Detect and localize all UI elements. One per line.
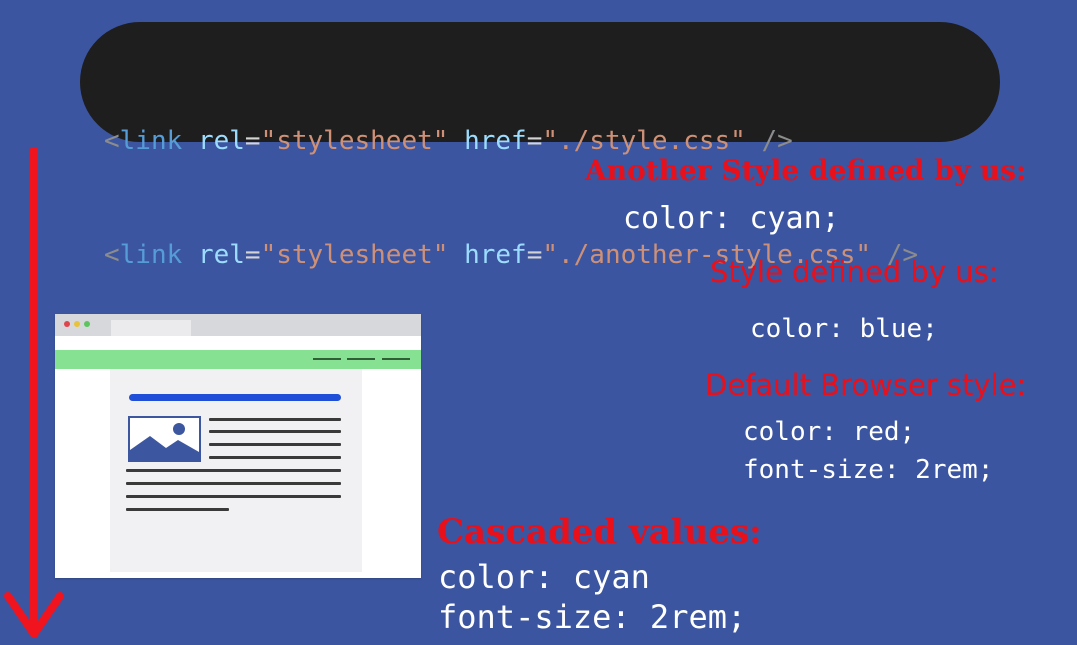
code-string: "stylesheet" (260, 126, 449, 156)
code-punct: < (104, 240, 120, 270)
code-eq: = (244, 126, 261, 156)
text-line (209, 430, 341, 433)
text-line (209, 456, 341, 459)
another-style-rule: color: cyan; (623, 201, 840, 236)
code-eq: = (526, 126, 543, 156)
code-attr: href (464, 126, 527, 156)
cascaded-values-heading: Cascaded values: (437, 512, 762, 552)
code-snippet: <link rel="stylesheet" href="./style.css… (80, 22, 1000, 270)
code-punct: /> (761, 126, 793, 156)
code-attr: rel (197, 126, 245, 156)
close-dot-icon (64, 321, 70, 327)
code-tag: link (119, 126, 183, 156)
browser-tab (111, 320, 191, 336)
minimize-dot-icon (74, 321, 80, 327)
default-style-heading: Default Browser style: (705, 368, 1027, 402)
browser-window-illustration (55, 314, 421, 578)
code-punct: < (104, 126, 120, 156)
text-line (126, 495, 341, 498)
text-line (126, 482, 341, 485)
another-style-heading: Another Style defined by us: (585, 154, 1027, 187)
image-placeholder-icon (128, 416, 201, 462)
default-style-rule-color: color: red; (743, 417, 916, 447)
text-line (209, 418, 341, 421)
cascaded-rule-font-size: font-size: 2rem; (438, 598, 747, 636)
page-heading-bar (129, 394, 341, 401)
code-eq: = (244, 240, 261, 270)
our-style-heading: Style defined by us: (710, 255, 999, 289)
menu-line (347, 358, 375, 360)
maximize-dot-icon (84, 321, 90, 327)
code-attr: rel (197, 240, 245, 270)
text-line (126, 469, 341, 472)
menu-line (382, 358, 410, 360)
our-style-rule: color: blue; (750, 314, 938, 344)
cascaded-rule-color: color: cyan (438, 558, 650, 596)
code-eq: = (526, 240, 543, 270)
code-string: "./style.css" (542, 126, 746, 156)
code-tag: link (119, 240, 183, 270)
code-attr: href (464, 240, 527, 270)
text-line (126, 508, 229, 511)
browser-titlebar (55, 314, 421, 336)
menu-line (313, 358, 341, 360)
text-line (209, 443, 341, 446)
code-string: "stylesheet" (260, 240, 449, 270)
default-style-rule-font-size: font-size: 2rem; (743, 455, 994, 485)
